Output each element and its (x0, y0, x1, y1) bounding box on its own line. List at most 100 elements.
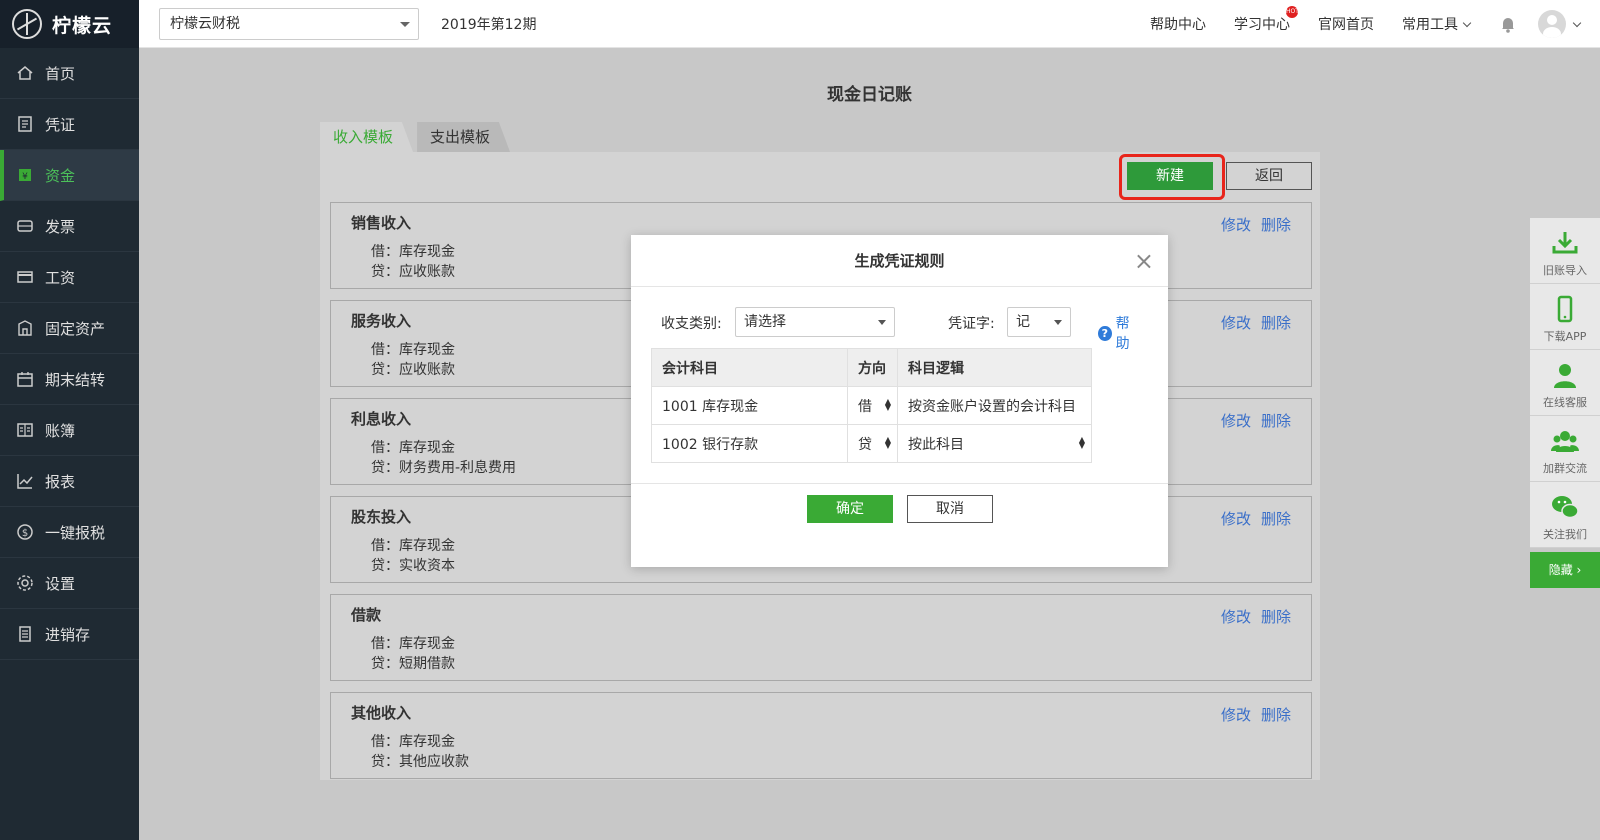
card-debit: 借：库存现金 (371, 734, 455, 750)
edit-link[interactable]: 修改 (1221, 314, 1251, 332)
inventory-icon (15, 624, 35, 644)
accounting-period[interactable]: 2019年第12期 (441, 14, 536, 34)
direction-select[interactable]: 借 ▲ ▼ (847, 386, 898, 425)
sidebar-item-settings[interactable]: 设置 (0, 558, 139, 609)
caret-down-icon (400, 22, 410, 27)
sidebar-item-invoice[interactable]: 发票 (0, 201, 139, 252)
sidebar-item-period-close[interactable]: 期末结转 (0, 354, 139, 405)
sidebar-item-voucher[interactable]: 凭证 (0, 99, 139, 150)
page-title: 现金日记账 (827, 85, 912, 105)
sidebar: 柠檬云 首页 凭证 ¥ 资金 发票 工资 固定资产 期末结转 账簿 报表 $ 一… (0, 0, 139, 840)
sidebar-item-tax[interactable]: $ 一键报税 (0, 507, 139, 558)
floatbar-label: 在线客服 (1543, 396, 1587, 409)
follow-us-button[interactable]: 关注我们 (1530, 482, 1600, 548)
help-link[interactable]: ? 帮助 (1098, 313, 1141, 353)
chart-icon (15, 471, 35, 491)
sidebar-item-label: 账簿 (45, 421, 76, 440)
help-center-link[interactable]: 帮助中心 (1150, 14, 1206, 34)
gear-icon (15, 573, 35, 593)
category-value: 请选择 (744, 314, 786, 330)
card-title: 利息收入 (351, 410, 412, 428)
delete-link[interactable]: 删除 (1261, 216, 1291, 234)
avatar[interactable] (1538, 10, 1566, 38)
card-actions: 修改 删除 (1211, 214, 1291, 235)
card-debit: 借：库存现金 (371, 538, 455, 554)
calendar-icon (15, 369, 35, 389)
card-debit: 借：库存现金 (371, 244, 455, 260)
learning-center-label: 学习中心 (1234, 17, 1290, 33)
tools-menu[interactable]: 常用工具 (1402, 14, 1472, 34)
close-icon[interactable]: × (1134, 235, 1154, 287)
sidebar-item-reports[interactable]: 报表 (0, 456, 139, 507)
tax-icon: $ (15, 522, 35, 542)
direction-select[interactable]: 贷 ▲ ▼ (847, 424, 898, 463)
sidebar-item-label: 一键报税 (45, 523, 106, 542)
delete-link[interactable]: 删除 (1261, 608, 1291, 626)
template-tabs: 收入模板 支出模板 (320, 122, 514, 152)
sidebar-item-home[interactable]: 首页 (0, 48, 139, 99)
back-button[interactable]: 返回 (1226, 162, 1312, 190)
tab-income-template[interactable]: 收入模板 (320, 122, 414, 152)
edit-link[interactable]: 修改 (1221, 608, 1251, 626)
learning-center-link[interactable]: 学习中心 HOT (1234, 6, 1299, 34)
sidebar-item-label: 进销存 (45, 625, 91, 644)
question-icon: ? (1098, 325, 1112, 341)
voucher-word-select[interactable]: 记 (1007, 307, 1071, 337)
rule-table: 会计科目 方向 科目逻辑 1001 库存现金 借 ▲ ▼ 按资金账户设置的会计科目 … (651, 348, 1092, 463)
hide-toolbar-button[interactable]: 隐藏 › (1530, 552, 1600, 588)
top-links: 帮助中心 学习中心 HOT 官网首页 常用工具 (1122, 0, 1582, 48)
edit-link[interactable]: 修改 (1221, 412, 1251, 430)
tab-expense-template[interactable]: 支出模板 (417, 122, 511, 152)
cancel-button[interactable]: 取消 (907, 495, 993, 523)
card-credit: 贷：短期借款 (371, 656, 455, 672)
company-select[interactable]: 柠檬云财税 (159, 8, 419, 40)
spinner-arrows-icon: ▲ ▼ (884, 435, 891, 450)
logic-select[interactable]: 按此科目 ▲ ▼ (897, 424, 1092, 463)
delete-link[interactable]: 删除 (1261, 412, 1291, 430)
svg-text:¥: ¥ (22, 172, 28, 182)
sidebar-item-ledger[interactable]: 账簿 (0, 405, 139, 456)
download-app-button[interactable]: 下载APP (1530, 284, 1600, 350)
online-service-button[interactable]: 在线客服 (1530, 350, 1600, 416)
card-actions: 修改 删除 (1211, 410, 1291, 431)
logic-cell: 按资金账户设置的会计科目 (897, 386, 1092, 425)
invoice-icon (15, 216, 35, 236)
voucher-word-value: 记 (1016, 314, 1030, 330)
bell-icon[interactable] (1498, 14, 1518, 34)
sidebar-item-inventory[interactable]: 进销存 (0, 609, 139, 660)
import-old-books-button[interactable]: 旧账导入 (1530, 218, 1600, 284)
edit-link[interactable]: 修改 (1221, 216, 1251, 234)
category-select[interactable]: 请选择 (735, 307, 895, 337)
asset-icon (15, 318, 35, 338)
delete-link[interactable]: 删除 (1261, 314, 1291, 332)
card-title: 销售收入 (351, 214, 412, 232)
voucher-rule-dialog: 生成凭证规则 × 收支类别: 请选择 凭证字: 记 ? 帮助 会计科目 方向 科… (631, 235, 1168, 567)
floatbar-label: 关注我们 (1543, 528, 1587, 541)
edit-link[interactable]: 修改 (1221, 706, 1251, 724)
new-button[interactable]: 新建 (1127, 162, 1213, 190)
delete-link[interactable]: 删除 (1261, 706, 1291, 724)
confirm-button[interactable]: 确定 (807, 495, 893, 523)
card-credit: 贷：应收账款 (371, 362, 455, 378)
floatbar-label: 加群交流 (1543, 462, 1587, 475)
card-actions: 修改 删除 (1211, 704, 1291, 725)
ledger-icon (15, 420, 35, 440)
chevron-down-icon[interactable] (1572, 18, 1582, 27)
card-actions: 修改 删除 (1211, 508, 1291, 529)
card-credit: 贷：应收账款 (371, 264, 455, 280)
sidebar-item-label: 工资 (45, 268, 76, 287)
dialog-header: 生成凭证规则 × (631, 235, 1168, 287)
delete-link[interactable]: 删除 (1261, 510, 1291, 528)
official-site-link[interactable]: 官网首页 (1318, 14, 1374, 34)
phone-icon (1550, 294, 1580, 324)
sidebar-item-label: 资金 (45, 166, 76, 185)
sidebar-item-fund[interactable]: ¥ 资金 (0, 150, 139, 201)
account-cell: 1002 银行存款 (651, 424, 848, 463)
sidebar-item-salary[interactable]: 工资 (0, 252, 139, 303)
edit-link[interactable]: 修改 (1221, 510, 1251, 528)
column-header-direction: 方向 (847, 348, 898, 387)
sidebar-item-fixed-assets[interactable]: 固定资产 (0, 303, 139, 354)
spinner-arrows-icon: ▲ ▼ (1078, 435, 1085, 450)
join-group-button[interactable]: 加群交流 (1530, 416, 1600, 482)
logo[interactable]: 柠檬云 (0, 0, 139, 48)
